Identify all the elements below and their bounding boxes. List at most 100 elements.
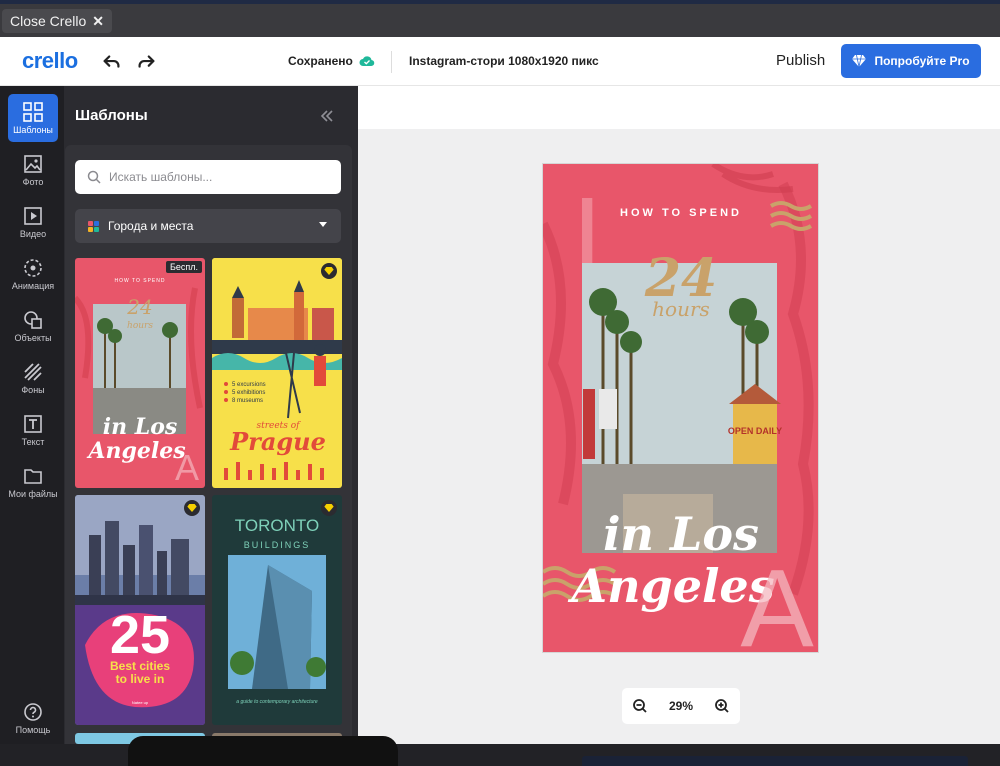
template-card-toronto[interactable]: TORONTO BUILDINGS a guide to contemporar… (212, 495, 342, 725)
header-divider (391, 51, 392, 73)
chevron-down-icon (319, 222, 327, 227)
template-text: 25 (110, 605, 170, 665)
save-status-label: Сохранено (288, 54, 353, 68)
diamond-icon (324, 504, 334, 512)
close-icon: ✕ (92, 12, 104, 29)
crello-logo[interactable]: crello (22, 48, 78, 74)
template-text: 5 exhibitions (232, 390, 265, 396)
rail-item-help[interactable]: Помощь (8, 694, 58, 742)
backgrounds-icon (24, 362, 42, 381)
template-text: to live in (116, 672, 165, 686)
story-text-how-to-spend[interactable]: HOW TO SPEND (620, 207, 742, 219)
templates-panel-body: Города и места HOW TO SPEND 24 hours in … (65, 145, 352, 744)
template-text: Best cities (110, 659, 170, 673)
design-canvas[interactable]: L OPEN DAILY HOW TO SPEND 24 hours in Lo… (543, 164, 818, 652)
undo-icon[interactable] (101, 51, 123, 73)
rail-label: Мои файлы (8, 488, 58, 499)
rail-item-animation[interactable]: Анимация (8, 250, 58, 298)
publish-button[interactable]: Publish (776, 52, 825, 69)
template-text: in Los (103, 414, 178, 440)
workspace-top-bar (358, 86, 1000, 129)
rail-label: Видео (19, 228, 47, 239)
text-icon (24, 414, 42, 433)
template-text: Natee up (132, 700, 149, 705)
rail-item-objects[interactable]: Объекты (8, 302, 58, 350)
rail-item-video[interactable]: Видео (8, 198, 58, 246)
diamond-icon (324, 267, 334, 275)
video-icon (24, 206, 42, 225)
template-text: HOW TO SPEND (115, 278, 166, 284)
photo-icon (24, 154, 42, 173)
rail-label: Фото (22, 176, 44, 187)
close-crello-button[interactable]: Close Crello ✕ (2, 9, 112, 33)
template-text: 5 excursions (232, 382, 266, 388)
rail-item-text[interactable]: Текст (8, 406, 58, 454)
search-icon (87, 170, 101, 184)
objects-icon (24, 310, 42, 329)
rail-item-photo[interactable]: Фото (8, 146, 58, 194)
bottom-system-bar (0, 736, 1000, 766)
category-grid-icon (88, 220, 99, 232)
diamond-icon (852, 55, 867, 67)
rail-item-templates[interactable]: Шаблоны (8, 94, 58, 142)
rail-label: Анимация (11, 280, 55, 291)
try-pro-label: Попробуйте Pro (874, 54, 970, 68)
sign-text: OPEN DAILY (728, 426, 782, 436)
panel-title: Шаблоны (75, 107, 148, 124)
template-text: BUILDINGS (244, 540, 311, 550)
template-text: TORONTO (235, 516, 319, 535)
free-badge: Беспл. (165, 261, 202, 273)
template-search[interactable] (75, 160, 341, 194)
template-card-prague[interactable]: 5 excursions 5 exhibitions 8 museums str… (212, 258, 342, 488)
window-title-strip (0, 0, 1000, 37)
left-tool-rail: Шаблоны Фото Видео Анимация Объекты Фоны… (0, 86, 64, 744)
help-icon (24, 702, 42, 721)
rail-label: Шаблоны (13, 124, 53, 135)
story-text-letter-a[interactable]: A (740, 547, 814, 652)
zoom-controls: 29% (622, 688, 740, 724)
category-label: Города и места (108, 219, 194, 233)
folder-icon (24, 468, 42, 484)
zoom-out-icon[interactable] (632, 698, 648, 714)
cloud-check-icon (359, 56, 375, 67)
template-preview: TORONTO BUILDINGS a guide to contemporar… (212, 495, 342, 725)
rail-label: Текст (21, 436, 45, 447)
template-card-los-angeles[interactable]: HOW TO SPEND 24 hours in Los Angeles A Б… (75, 258, 205, 488)
pro-badge (321, 500, 337, 516)
template-text: Prague (229, 427, 326, 456)
zoom-level: 29% (668, 699, 694, 713)
templates-panel: Шаблоны Города и места HOW TO SPEND 24 h… (64, 86, 358, 744)
story-text-hours[interactable]: hours (652, 297, 710, 321)
close-crello-label: Close Crello (10, 13, 87, 29)
story-text-in-los[interactable]: in Los (603, 507, 759, 561)
template-preview: 5 excursions 5 exhibitions 8 museums str… (212, 258, 342, 488)
rail-label: Объекты (14, 332, 52, 343)
template-text: 8 museums (232, 398, 263, 404)
rail-item-my-files[interactable]: Мои файлы (8, 458, 58, 506)
template-text: A (175, 447, 199, 488)
redo-icon[interactable] (135, 51, 157, 73)
try-pro-button[interactable]: Попробуйте Pro (841, 44, 981, 78)
rail-label: Помощь (15, 724, 51, 735)
animation-icon (24, 258, 42, 277)
template-preview: 25 Best cities to live in Natee up (75, 495, 205, 725)
templates-icon (23, 101, 43, 122)
zoom-in-icon[interactable] (714, 698, 730, 714)
template-text: hours (127, 321, 153, 331)
template-text: a guide to contemporary architecture (236, 699, 318, 705)
story-design: L OPEN DAILY HOW TO SPEND 24 hours in Lo… (543, 164, 818, 652)
collapse-panel-icon[interactable] (319, 108, 335, 124)
pro-badge (184, 500, 200, 516)
top-header: crello Сохранено Instagram-стори 1080x19… (0, 37, 1000, 86)
template-card-best-cities[interactable]: 25 Best cities to live in Natee up (75, 495, 205, 725)
canvas-workspace: L OPEN DAILY HOW TO SPEND 24 hours in Lo… (358, 86, 1000, 744)
search-input[interactable] (109, 170, 329, 184)
rail-label: Фоны (21, 384, 45, 395)
diamond-icon (187, 504, 197, 512)
document-size-label[interactable]: Instagram-стори 1080x1920 пикс (409, 54, 599, 68)
rail-item-backgrounds[interactable]: Фоны (8, 354, 58, 402)
template-text: 24 (126, 295, 152, 319)
category-dropdown[interactable]: Города и места (75, 209, 341, 243)
template-preview: HOW TO SPEND 24 hours in Los Angeles A (75, 258, 205, 488)
save-status: Сохранено (288, 54, 375, 68)
